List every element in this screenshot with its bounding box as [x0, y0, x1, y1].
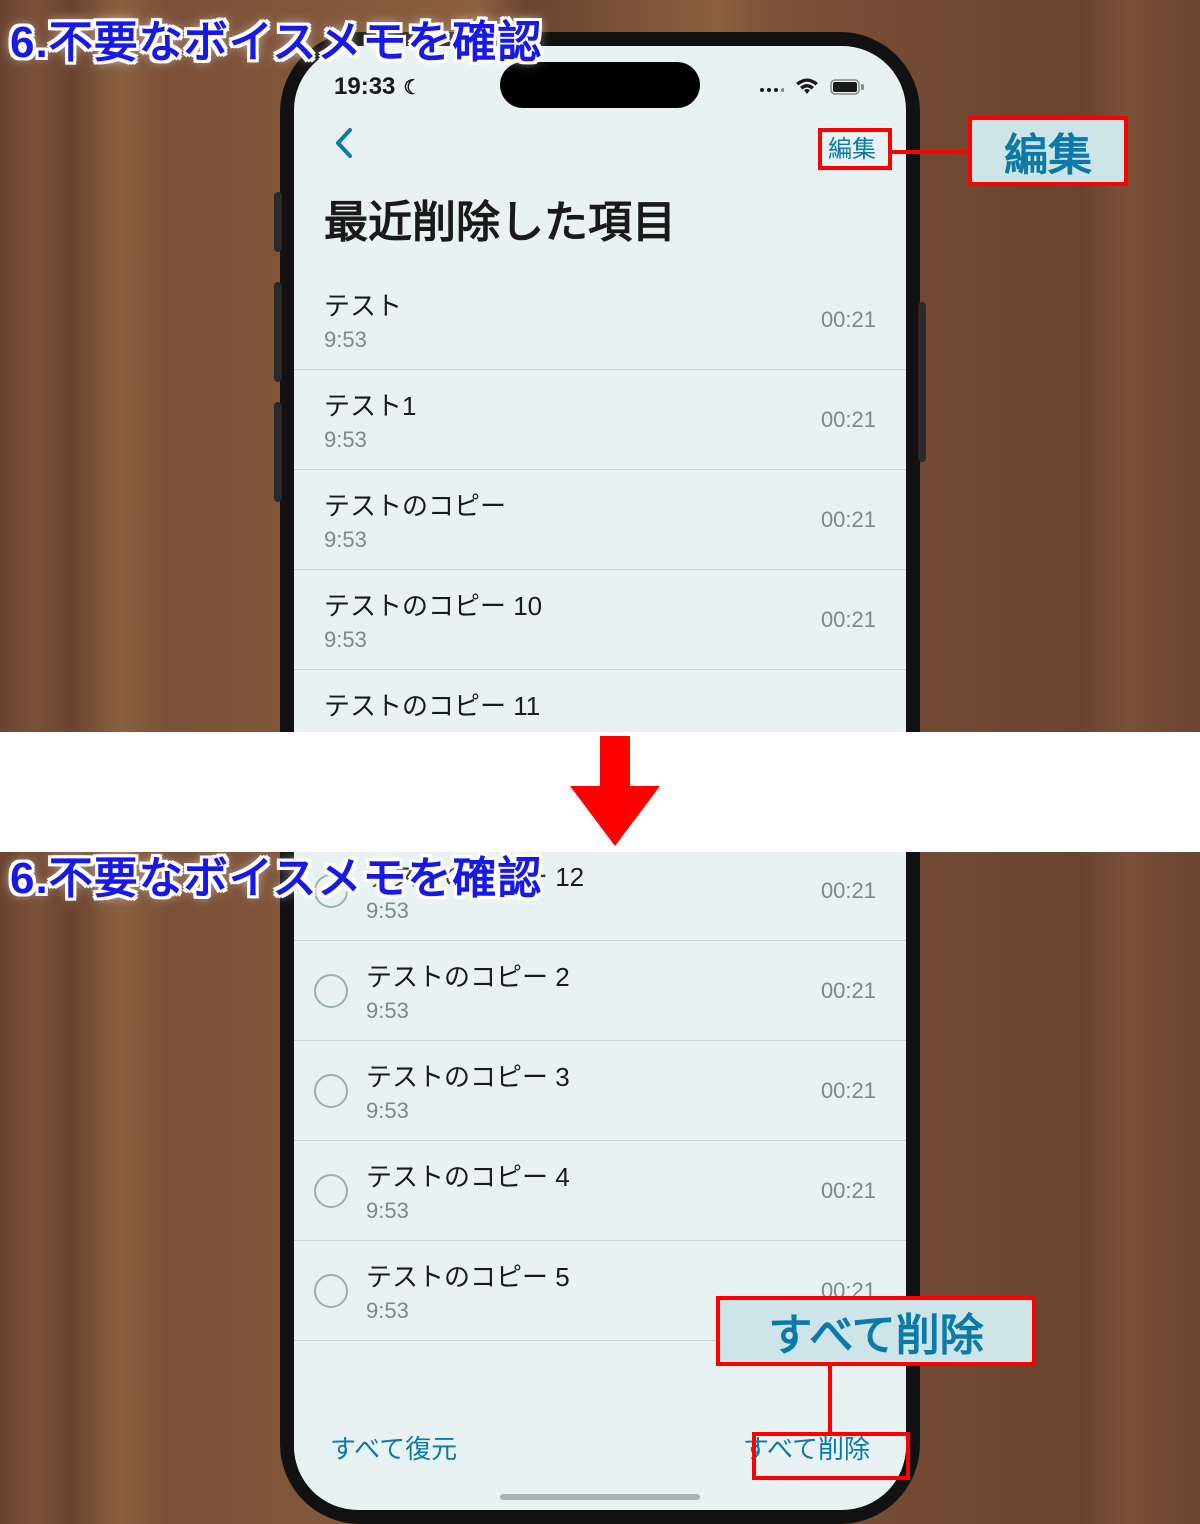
callout-connector-line	[892, 150, 968, 154]
back-button[interactable]	[324, 125, 364, 167]
callout-highlight-edit	[818, 128, 892, 170]
callout-highlight-delete-all	[752, 1432, 910, 1480]
selection-radio-icon[interactable]	[314, 974, 348, 1008]
memo-title: テストのコピー 5	[366, 1257, 821, 1294]
arrow-down-icon	[570, 736, 660, 851]
memo-duration: 00:21	[821, 878, 876, 904]
navigation-bar: 編集	[294, 116, 906, 176]
home-indicator-icon	[500, 1494, 700, 1500]
callout-connector-line	[828, 1366, 832, 1432]
list-item[interactable]: テストのコピー 9:53 00:21	[294, 470, 906, 570]
memo-title: テストのコピー 2	[366, 957, 821, 994]
memo-title: テストのコピー 4	[366, 1157, 821, 1194]
memo-time: 9:53	[324, 427, 821, 453]
battery-icon	[830, 78, 866, 96]
do-not-disturb-icon	[403, 73, 421, 101]
memo-list-top: テスト 9:53 00:21 テスト1 9:53 00:21 テストのコピー 9…	[294, 270, 906, 731]
memo-time: 9:53	[324, 627, 821, 653]
memo-title: テストのコピー 10	[324, 586, 821, 623]
wifi-icon	[794, 77, 820, 97]
chevron-left-icon	[334, 128, 354, 158]
memo-duration: 00:21	[821, 507, 876, 533]
list-item[interactable]: テストのコピー 11	[294, 670, 906, 731]
step-title-top: 6.不要なボイスメモを確認	[10, 6, 542, 70]
list-item[interactable]: テストのコピー 10 9:53 00:21	[294, 570, 906, 670]
memo-duration: 00:21	[821, 307, 876, 333]
selection-radio-icon[interactable]	[314, 1074, 348, 1108]
selection-radio-icon[interactable]	[314, 1174, 348, 1208]
volume-up-button-icon	[274, 282, 282, 382]
memo-duration: 00:21	[821, 978, 876, 1004]
memo-time: 9:53	[366, 998, 821, 1024]
list-item[interactable]: テスト 9:53 00:21	[294, 270, 906, 370]
list-item[interactable]: テスト1 9:53 00:21	[294, 370, 906, 470]
memo-duration: 00:21	[821, 1078, 876, 1104]
memo-title: テストのコピー 11	[324, 686, 876, 723]
cellular-icon	[758, 73, 784, 101]
memo-time: 9:53	[324, 327, 821, 353]
memo-time: 9:53	[366, 1098, 821, 1124]
list-item[interactable]: テストのコピー 3 9:53 00:21	[294, 1041, 906, 1141]
status-time: 19:33	[334, 73, 395, 101]
memo-time: 9:53	[366, 1198, 821, 1224]
memo-title: テストのコピー	[324, 486, 821, 523]
memo-duration: 00:21	[821, 407, 876, 433]
memo-title: テスト	[324, 286, 821, 323]
memo-time: 9:53	[324, 527, 821, 553]
memo-title: テスト1	[324, 386, 821, 423]
side-button-icon	[274, 192, 282, 252]
list-item[interactable]: テストのコピー 2 9:53 00:21	[294, 941, 906, 1041]
memo-title: テストのコピー 3	[366, 1057, 821, 1094]
callout-label-edit: 編集	[968, 116, 1128, 186]
power-button-icon	[918, 302, 926, 462]
memo-duration: 00:21	[821, 607, 876, 633]
screen-top: 19:33 編集 最近削除した項目	[294, 46, 906, 748]
page-title: 最近削除した項目	[294, 176, 906, 270]
restore-all-button[interactable]: すべて復元	[330, 1429, 457, 1466]
step-title-bottom: 6.不要なボイスメモを確認	[10, 842, 542, 906]
callout-label-delete-all: すべて削除	[716, 1296, 1036, 1366]
list-item[interactable]: テストのコピー 4 9:53 00:21	[294, 1141, 906, 1241]
selection-radio-icon[interactable]	[314, 1274, 348, 1308]
memo-duration: 00:21	[821, 1178, 876, 1204]
volume-down-button-icon	[274, 402, 282, 502]
